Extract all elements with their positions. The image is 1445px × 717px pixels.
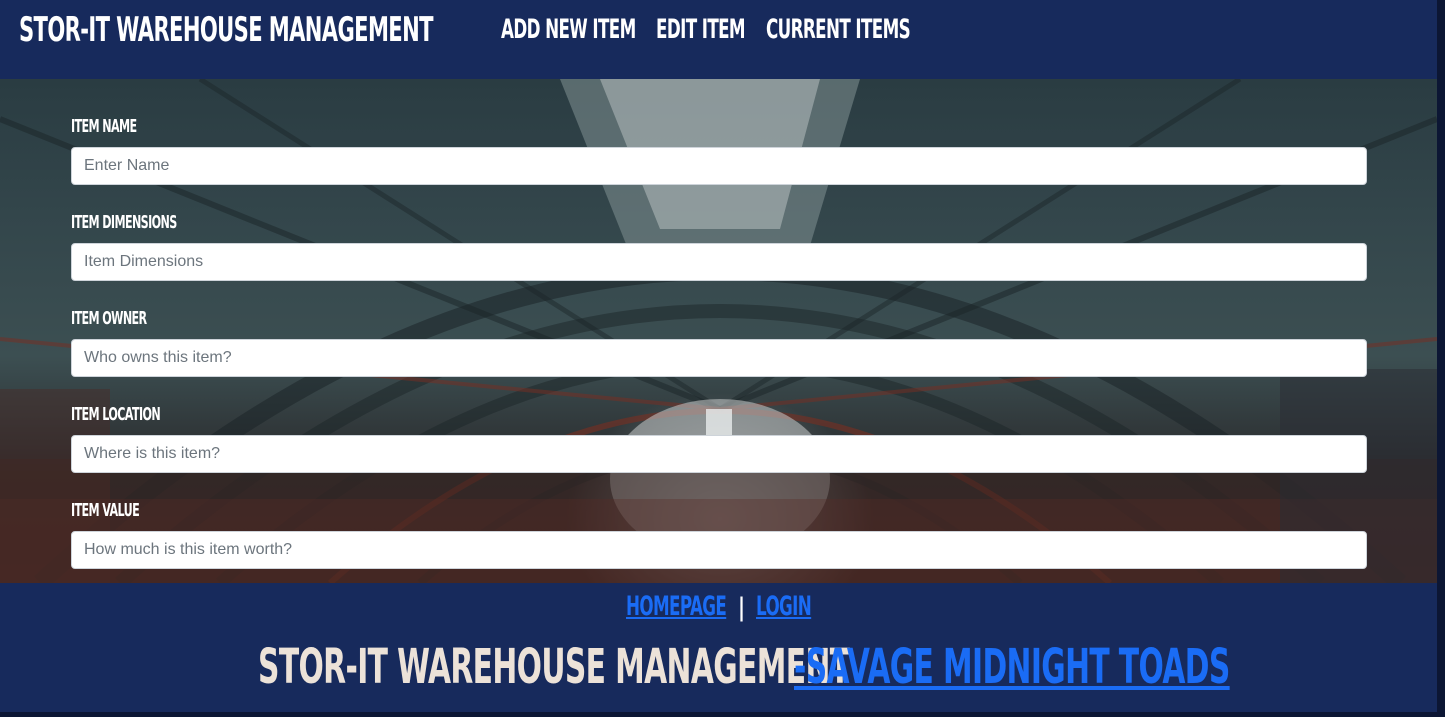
window-edge-bottom <box>0 712 1445 717</box>
footer-login-link[interactable]: LOGIN <box>756 591 812 623</box>
footer-title: STOR-IT WAREHOUSE MANAGEMENT -SAVAGE MID… <box>258 639 1230 695</box>
window-edge-right <box>1437 0 1445 717</box>
item-name-input[interactable] <box>71 147 1367 185</box>
footer-links: HOMEPAGE | LOGIN <box>0 587 1437 623</box>
item-name-label: ITEM NAME <box>71 116 137 137</box>
nav-add-new-item[interactable]: ADD NEW ITEM <box>501 10 636 50</box>
item-location-input[interactable] <box>71 435 1367 473</box>
item-owner-label: ITEM OWNER <box>71 308 147 329</box>
item-dimensions-label: ITEM DIMENSIONS <box>71 212 177 233</box>
top-navbar: STOR-IT WAREHOUSE MANAGEMENT ADD NEW ITE… <box>0 0 1437 79</box>
page-footer: HOMEPAGE | LOGIN STOR-IT WAREHOUSE MANAG… <box>0 583 1437 712</box>
item-value-label: ITEM VALUE <box>71 500 140 521</box>
footer-link-separator: | <box>738 592 746 622</box>
app-window: STOR-IT WAREHOUSE MANAGEMENT ADD NEW ITE… <box>0 0 1437 712</box>
nav-edit-item[interactable]: EDIT ITEM <box>656 10 746 50</box>
nav-current-items[interactable]: CURRENT ITEMS <box>766 10 911 50</box>
item-value-input[interactable] <box>71 531 1367 569</box>
hero-background: ITEM NAME ITEM DIMENSIONS ITEM OWNER ITE… <box>0 79 1437 583</box>
footer-homepage-link[interactable]: HOMEPAGE <box>626 591 727 623</box>
item-location-label: ITEM LOCATION <box>71 404 161 425</box>
item-dimensions-input[interactable] <box>71 243 1367 281</box>
brand-title[interactable]: STOR-IT WAREHOUSE MANAGEMENT <box>19 10 433 50</box>
footer-title-text: STOR-IT WAREHOUSE MANAGEMENT <box>258 639 850 695</box>
item-owner-input[interactable] <box>71 339 1367 377</box>
footer-team-link[interactable]: -SAVAGE MIDNIGHT TOADS <box>794 639 1230 695</box>
